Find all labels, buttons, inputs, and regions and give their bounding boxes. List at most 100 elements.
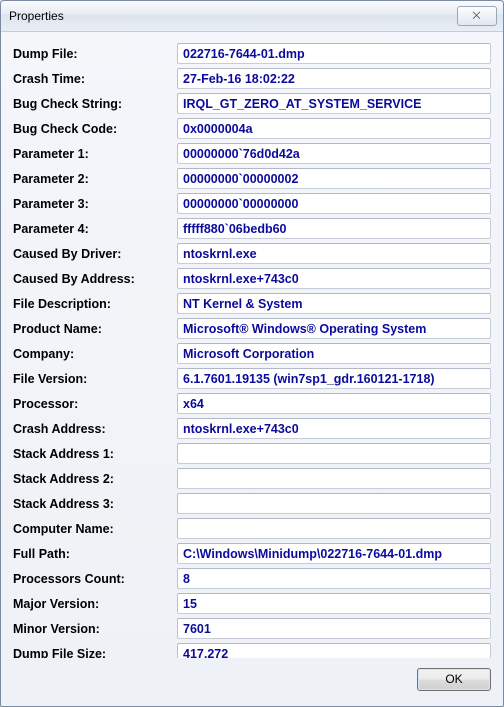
property-label: Parameter 1: (13, 147, 177, 161)
property-row: Crash Address:ntoskrnl.exe+743c0 (13, 417, 491, 440)
content-panel: Dump File:022716-7644-01.dmpCrash Time:2… (1, 32, 503, 658)
property-label: Caused By Driver: (13, 247, 177, 261)
property-row: Bug Check String:IRQL_GT_ZERO_AT_SYSTEM_… (13, 92, 491, 115)
property-value-cell: 0x0000004a (177, 118, 491, 139)
property-value-cell: IRQL_GT_ZERO_AT_SYSTEM_SERVICE (177, 93, 491, 114)
property-row: Full Path:C:\Windows\Minidump\022716-764… (13, 542, 491, 565)
close-icon: ⨉ (473, 11, 482, 22)
property-value-cell (177, 443, 491, 464)
property-value[interactable] (177, 468, 491, 489)
property-label: Processor: (13, 397, 177, 411)
property-row: Crash Time:27-Feb-16 18:02:22 (13, 67, 491, 90)
property-label: Minor Version: (13, 622, 177, 636)
property-value-cell: 7601 (177, 618, 491, 639)
property-label: Stack Address 1: (13, 447, 177, 461)
property-label: Caused By Address: (13, 272, 177, 286)
property-value[interactable]: Microsoft® Windows® Operating System (177, 318, 491, 339)
property-row: Dump File:022716-7644-01.dmp (13, 42, 491, 65)
property-value[interactable]: IRQL_GT_ZERO_AT_SYSTEM_SERVICE (177, 93, 491, 114)
property-value-cell (177, 518, 491, 539)
property-row: Processors Count:8 (13, 567, 491, 590)
property-value[interactable] (177, 493, 491, 514)
property-value-cell: 6.1.7601.19135 (win7sp1_gdr.160121-1718) (177, 368, 491, 389)
property-value[interactable]: 00000000`00000000 (177, 193, 491, 214)
property-value-cell: 8 (177, 568, 491, 589)
property-row: Bug Check Code:0x0000004a (13, 117, 491, 140)
property-value[interactable] (177, 443, 491, 464)
property-row: Caused By Driver:ntoskrnl.exe (13, 242, 491, 265)
property-label: Parameter 3: (13, 197, 177, 211)
property-row: Company:Microsoft Corporation (13, 342, 491, 365)
property-value-cell: ntoskrnl.exe (177, 243, 491, 264)
property-label: Processors Count: (13, 572, 177, 586)
property-value-cell: 15 (177, 593, 491, 614)
property-row: Parameter 1:00000000`76d0d42a (13, 142, 491, 165)
property-row: Product Name:Microsoft® Windows® Operati… (13, 317, 491, 340)
property-value[interactable]: C:\Windows\Minidump\022716-7644-01.dmp (177, 543, 491, 564)
property-value[interactable]: fffff880`06bedb60 (177, 218, 491, 239)
property-value[interactable]: 00000000`00000002 (177, 168, 491, 189)
titlebar: Properties ⨉ (1, 1, 503, 32)
property-row: File Version:6.1.7601.19135 (win7sp1_gdr… (13, 367, 491, 390)
property-row: Parameter 2:00000000`00000002 (13, 167, 491, 190)
property-row: Minor Version:7601 (13, 617, 491, 640)
property-value[interactable]: x64 (177, 393, 491, 414)
property-value-cell: Microsoft Corporation (177, 343, 491, 364)
property-value[interactable]: 022716-7644-01.dmp (177, 43, 491, 64)
ok-button[interactable]: OK (417, 668, 491, 691)
property-value[interactable]: 6.1.7601.19135 (win7sp1_gdr.160121-1718) (177, 368, 491, 389)
property-value[interactable]: 00000000`76d0d42a (177, 143, 491, 164)
property-label: Computer Name: (13, 522, 177, 536)
property-value[interactable]: NT Kernel & System (177, 293, 491, 314)
property-label: Product Name: (13, 322, 177, 336)
property-value[interactable]: ntoskrnl.exe+743c0 (177, 418, 491, 439)
property-row: File Description:NT Kernel & System (13, 292, 491, 315)
close-button[interactable]: ⨉ (457, 6, 497, 26)
property-label: File Description: (13, 297, 177, 311)
property-row: Major Version:15 (13, 592, 491, 615)
property-label: Parameter 2: (13, 172, 177, 186)
property-label: Bug Check String: (13, 97, 177, 111)
property-row: Computer Name: (13, 517, 491, 540)
property-value-cell: C:\Windows\Minidump\022716-7644-01.dmp (177, 543, 491, 564)
property-label: Major Version: (13, 597, 177, 611)
property-row: Stack Address 3: (13, 492, 491, 515)
property-value[interactable]: 8 (177, 568, 491, 589)
property-value[interactable]: ntoskrnl.exe (177, 243, 491, 264)
property-grid: Dump File:022716-7644-01.dmpCrash Time:2… (13, 42, 491, 658)
property-row: Stack Address 1: (13, 442, 491, 465)
property-value-cell: 022716-7644-01.dmp (177, 43, 491, 64)
property-value[interactable]: 0x0000004a (177, 118, 491, 139)
property-label: File Version: (13, 372, 177, 386)
property-row: Parameter 3:00000000`00000000 (13, 192, 491, 215)
properties-dialog: Properties ⨉ Dump File:022716-7644-01.dm… (0, 0, 504, 707)
property-value[interactable]: ntoskrnl.exe+743c0 (177, 268, 491, 289)
property-row: Stack Address 2: (13, 467, 491, 490)
property-row: Parameter 4:fffff880`06bedb60 (13, 217, 491, 240)
property-label: Parameter 4: (13, 222, 177, 236)
property-row: Dump File Size:417,272 (13, 642, 491, 658)
property-label: Full Path: (13, 547, 177, 561)
property-value-cell: NT Kernel & System (177, 293, 491, 314)
property-label: Stack Address 2: (13, 472, 177, 486)
property-label: Stack Address 3: (13, 497, 177, 511)
property-value[interactable]: 15 (177, 593, 491, 614)
property-row: Processor:x64 (13, 392, 491, 415)
property-value[interactable]: 417,272 (177, 643, 491, 658)
property-value-cell: 00000000`76d0d42a (177, 143, 491, 164)
property-value-cell: 00000000`00000000 (177, 193, 491, 214)
property-value-cell: x64 (177, 393, 491, 414)
property-value-cell: 417,272 (177, 643, 491, 658)
property-label: Crash Time: (13, 72, 177, 86)
property-value-cell: Microsoft® Windows® Operating System (177, 318, 491, 339)
property-value[interactable] (177, 518, 491, 539)
property-value-cell: 00000000`00000002 (177, 168, 491, 189)
property-value[interactable]: 27-Feb-16 18:02:22 (177, 68, 491, 89)
property-value-cell: fffff880`06bedb60 (177, 218, 491, 239)
property-value-cell: ntoskrnl.exe+743c0 (177, 268, 491, 289)
property-value-cell: ntoskrnl.exe+743c0 (177, 418, 491, 439)
property-value[interactable]: 7601 (177, 618, 491, 639)
property-value-cell (177, 493, 491, 514)
property-value[interactable]: Microsoft Corporation (177, 343, 491, 364)
property-label: Dump File Size: (13, 647, 177, 659)
